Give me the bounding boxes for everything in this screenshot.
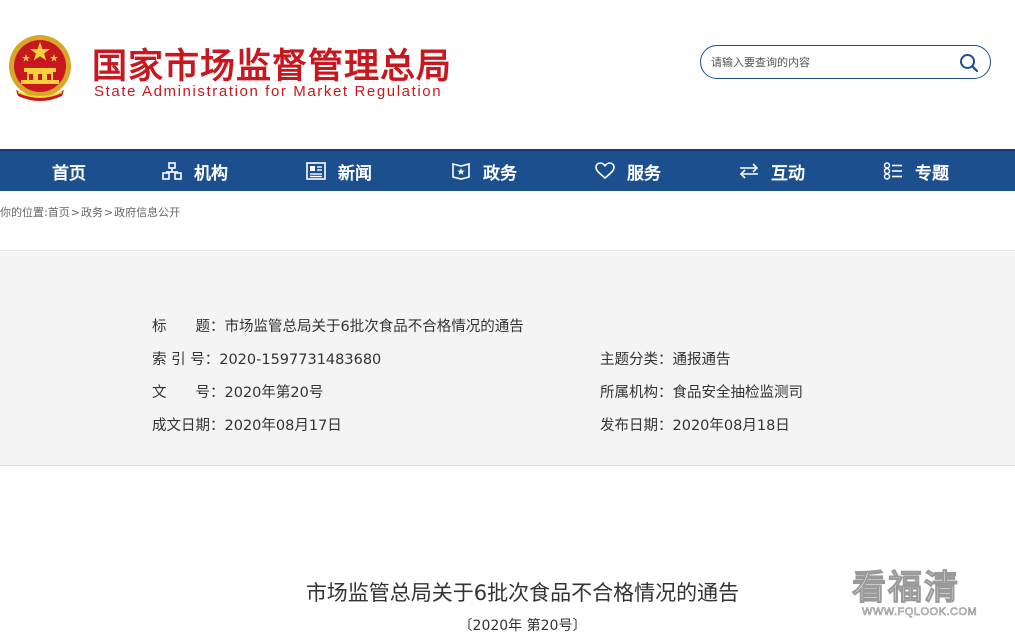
site-logo-subtitle[interactable]: State Administration for Market Regulati…: [94, 83, 442, 100]
news-icon: [306, 162, 326, 180]
meta-topic-row: 主题分类：通报通告: [600, 348, 731, 369]
nav-item-topics[interactable]: 专题: [883, 151, 949, 191]
meta-published-label: 发布日期：: [600, 418, 673, 434]
meta-title-row: 标 题：市场监管总局关于6批次食品不合格情况的通告: [152, 315, 524, 336]
meta-index-value: 2020-1597731483680: [219, 352, 382, 368]
breadcrumb-prefix: 你的位置:: [0, 206, 48, 219]
nav-item-label: 政务: [483, 163, 517, 184]
nav-item-government[interactable]: 政务: [451, 151, 517, 191]
meta-docno-label: 文 号：: [152, 385, 225, 401]
meta-index-row: 索 引 号：2020-1597731483680: [152, 348, 381, 369]
divider: [0, 250, 1015, 251]
nav-item-organization[interactable]: 机构: [162, 151, 228, 191]
nav-item-label: 服务: [627, 163, 661, 184]
watermark: 看福清 WWW.FQLOOK.COM: [852, 560, 992, 630]
org-chart-icon: [162, 162, 182, 180]
nav-item-home[interactable]: 首页: [52, 151, 86, 191]
nav-item-label: 首页: [52, 163, 86, 184]
watermark-url: WWW.FQLOOK.COM: [862, 606, 978, 619]
search-icon[interactable]: [959, 53, 979, 73]
nav-item-service[interactable]: 服务: [595, 151, 661, 191]
meta-agency-label: 所属机构：: [600, 385, 673, 401]
nav-item-label: 专题: [915, 163, 949, 184]
main-nav: 首页 机构 新闻 政务 服务 互动 专题: [0, 149, 1015, 191]
nav-item-label: 机构: [194, 163, 228, 184]
meta-title-label: 标 题：: [152, 319, 225, 335]
nav-item-interaction[interactable]: 互动: [739, 151, 805, 191]
watermark-text: 看福清: [852, 568, 960, 609]
document-metadata-panel: 标 题：市场监管总局关于6批次食品不合格情况的通告 索 引 号：2020-159…: [0, 252, 1015, 466]
government-affairs-icon: [452, 162, 470, 180]
meta-written-value: 2020年08月17日: [224, 418, 342, 434]
search-box: [700, 45, 991, 79]
national-emblem-icon[interactable]: [6, 32, 74, 104]
breadcrumb: 你的位置:首页>政务>政府信息公开: [0, 204, 180, 220]
meta-topic-value: 通报通告: [672, 352, 731, 368]
exchange-arrows-icon: [739, 163, 759, 179]
breadcrumb-link-disclosure[interactable]: 政府信息公开: [114, 206, 180, 219]
nav-item-label: 新闻: [338, 163, 372, 184]
meta-written-row: 成文日期：2020年08月17日: [152, 414, 342, 435]
meta-written-label: 成文日期：: [152, 418, 225, 434]
nav-item-news[interactable]: 新闻: [306, 151, 372, 191]
meta-agency-value: 食品安全抽检监测司: [672, 385, 804, 401]
breadcrumb-separator: >: [70, 206, 80, 219]
breadcrumb-link-government[interactable]: 政务: [81, 206, 103, 219]
meta-docno-value: 2020年第20号: [224, 385, 324, 401]
heart-icon: [595, 162, 615, 180]
meta-docno-row: 文 号：2020年第20号: [152, 381, 323, 402]
breadcrumb-separator: >: [103, 206, 114, 219]
site-header: 国家市场监督管理总局 State Administration for Mark…: [0, 0, 1015, 149]
breadcrumb-link-home[interactable]: 首页: [48, 206, 70, 219]
topics-icon: [883, 162, 902, 180]
meta-title-value: 市场监管总局关于6批次食品不合格情况的通告: [224, 319, 524, 335]
meta-agency-row: 所属机构：食品安全抽检监测司: [600, 381, 803, 402]
meta-published-value: 2020年08月18日: [672, 418, 790, 434]
meta-topic-label: 主题分类：: [600, 352, 673, 368]
meta-index-label: 索 引 号：: [152, 352, 220, 368]
nav-item-label: 互动: [771, 163, 805, 184]
site-logo-title[interactable]: 国家市场监督管理总局: [92, 38, 452, 89]
meta-published-row: 发布日期：2020年08月18日: [600, 414, 790, 435]
search-input[interactable]: [711, 52, 951, 72]
